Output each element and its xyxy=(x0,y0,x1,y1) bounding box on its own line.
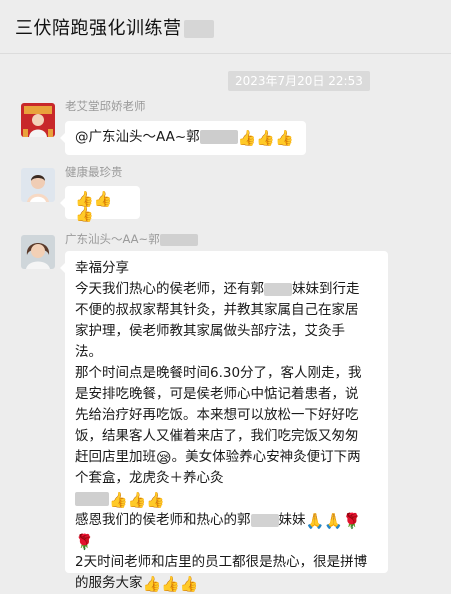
message-bubble[interactable]: @广东汕头～AA~郭 👍👍👍 xyxy=(60,121,306,155)
message-text: 感恩我们的侯老师和热心的郭 xyxy=(75,512,251,528)
message-bubble[interactable]: 👍👍👍 xyxy=(60,186,140,223)
sleepy-face-icon: 😪 xyxy=(156,449,172,467)
message-line: 家护理，侯老师教其家属做头部疗法，艾灸手 xyxy=(75,323,345,339)
redacted-name xyxy=(250,513,279,527)
chat-title: 三伏陪跑强化训练营 xyxy=(15,14,214,40)
redacted-name xyxy=(264,282,292,296)
mention-text: @广东汕头～AA~郭 xyxy=(75,129,200,145)
message-line: 幸福分享 xyxy=(75,260,129,276)
message-text: 赶回店里加班 xyxy=(75,449,156,465)
redacted-text xyxy=(75,492,109,506)
thumbs-up-icon: 👍👍👍 xyxy=(142,575,199,593)
message-line: 🌹 xyxy=(75,531,378,552)
chat-header: 三伏陪跑强化训练营 xyxy=(0,0,451,54)
message-text: 妹妹 xyxy=(278,512,306,528)
chat-title-text: 三伏陪跑强化训练营 xyxy=(15,18,182,39)
redacted-name xyxy=(199,130,238,144)
redacted-member-count xyxy=(183,20,214,38)
message-text: 。美女体验养心安神灸便订下两 xyxy=(171,449,361,465)
message-line: 感恩我们的侯老师和热心的郭 妹妹🙏🙏🌹 xyxy=(75,510,378,531)
avatar[interactable] xyxy=(21,235,55,269)
message-bubble[interactable]: 幸福分享 今天我们热心的侯老师，还有郭 妹妹到行走 不便的叔叔家帮其针灸，并教其家… xyxy=(60,251,388,592)
redacted-name xyxy=(159,233,198,246)
message-line: 今天我们热心的侯老师，还有郭 妹妹到行走 xyxy=(75,279,378,300)
message-text: 妹妹到行走 xyxy=(292,281,360,297)
message-line: 👍👍👍 xyxy=(75,489,378,510)
message-line: 2天时间老师和店里的员工都很是热心，很是拼博 xyxy=(75,554,368,570)
message-timestamp: 2023年7月20日 22:53 xyxy=(228,71,370,91)
message-line: 的服务大家👍👍👍 xyxy=(75,573,378,594)
avatar[interactable] xyxy=(21,168,55,202)
thumbs-up-icon: 👍👍👍 xyxy=(75,190,113,223)
message-line: 个套盒，龙虎灸＋养心灸 xyxy=(75,470,224,486)
message-line: 饭，结果客人又催着来店了，我们吃完饭又匆匆 xyxy=(75,428,359,444)
message-line: 是安排吃晚餐，可是侯老师心中惦记着患者，说 xyxy=(75,386,359,402)
sender-name: 健康最珍贵 xyxy=(65,165,123,179)
rose-icon: 🌹 xyxy=(342,512,362,530)
avatar[interactable] xyxy=(21,103,55,137)
sender-name-text: 广东汕头～AA~郭 xyxy=(65,232,160,246)
message-text: 今天我们热心的侯老师，还有郭 xyxy=(75,281,264,297)
thumbs-up-icon: 👍👍👍 xyxy=(109,491,166,509)
message-text: 的服务大家 xyxy=(75,575,143,591)
avatar-photo-icon xyxy=(21,103,55,137)
sender-name: 老艾堂邱娇老师 xyxy=(65,99,146,113)
message-line: 不便的叔叔家帮其针灸，并教其家属自己在家居 xyxy=(75,302,359,318)
message-line: 先给治疗好再吃饭。本来想可以放松一下好好吃 xyxy=(75,407,359,423)
rose-icon: 🌹 xyxy=(75,533,94,551)
sender-name: 广东汕头～AA~郭 xyxy=(65,231,198,247)
message-line: 赶回店里加班😪。美女体验养心安神灸便订下两 xyxy=(75,447,378,468)
thumbs-up-icon: 👍👍👍 xyxy=(237,129,294,147)
pray-hands-icon: 🙏🙏 xyxy=(305,512,343,530)
avatar-photo-icon xyxy=(21,168,55,202)
avatar-photo-icon xyxy=(21,235,55,269)
message-line: 那个时间点是晚餐时间6.30分了，客人刚走，我 xyxy=(75,365,362,381)
message-line: 法。 xyxy=(75,344,102,360)
